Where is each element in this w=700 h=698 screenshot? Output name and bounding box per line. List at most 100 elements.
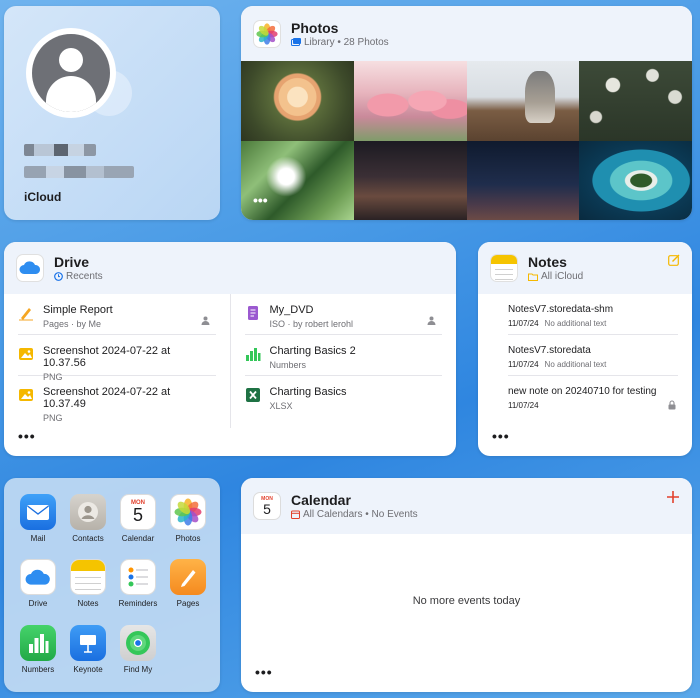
photos-title: Photos: [291, 19, 339, 36]
drive-header: Drive Recents: [4, 242, 456, 294]
notes-title: Notes: [528, 254, 567, 270]
app-contacts[interactable]: Contacts: [63, 494, 113, 543]
file-meta: ISO · by robert lerohl: [269, 319, 354, 329]
photo-tulips[interactable]: [353, 61, 467, 141]
image-file-icon: [19, 389, 33, 401]
photo-trees[interactable]: •••: [241, 141, 354, 220]
file-name: Screenshot 2024-07-22 at 10.37.56: [43, 345, 171, 369]
notes-header: Notes All iCloud: [478, 242, 692, 294]
app-pages[interactable]: Pages: [163, 559, 213, 608]
file-row[interactable]: Screenshot 2024-07-22 at 10.37.49 PNG: [18, 376, 216, 423]
reminders-icon: [120, 559, 156, 595]
clock-icon: [54, 272, 63, 281]
image-file-icon: [19, 348, 33, 360]
app-drive[interactable]: Drive: [13, 559, 63, 608]
photo-night-sky[interactable]: [466, 141, 580, 220]
shared-person-icon: [201, 316, 209, 325]
app-label: Notes: [77, 599, 99, 608]
drive-files-right: My_DVD ISO · by robert lerohl Charting B…: [231, 294, 443, 428]
add-event-icon[interactable]: [666, 490, 680, 504]
app-label: Pages: [176, 599, 200, 608]
app-reminders[interactable]: Reminders: [113, 559, 163, 608]
file-name: Charting Basics 2: [269, 345, 356, 357]
note-item[interactable]: NotesV7.storedata-shm 11/07/24 No additio…: [508, 294, 678, 335]
photo-cat[interactable]: [466, 61, 580, 141]
calendar-icon: MON 5: [253, 492, 281, 520]
note-date: 11/07/24: [508, 360, 539, 369]
profile-card[interactable]: iCloud: [4, 6, 220, 220]
library-icon: [291, 38, 301, 46]
app-notes[interactable]: Notes: [63, 559, 113, 608]
calendar-title: Calendar: [291, 492, 351, 508]
app-keynote[interactable]: Keynote: [63, 625, 113, 674]
photos-icon: [170, 494, 206, 530]
icloud-label: iCloud: [24, 190, 62, 204]
excel-file-icon: [245, 388, 260, 402]
shared-person-icon: [427, 316, 436, 325]
drive-subtitle: Recents: [66, 271, 103, 282]
photo-island[interactable]: [579, 141, 692, 220]
app-label: Drive: [28, 599, 48, 608]
mail-icon: [20, 494, 56, 530]
file-meta: Pages · by Me: [43, 319, 102, 329]
calendar-small-icon: [291, 510, 300, 519]
notes-card[interactable]: Notes All iCloud NotesV7.storedata-shm 1…: [478, 242, 692, 456]
file-row[interactable]: Charting Basics XLSX: [245, 376, 443, 417]
app-label: Keynote: [73, 665, 103, 674]
note-date: 11/07/24: [508, 401, 539, 410]
photo-night-mountain[interactable]: [353, 141, 467, 220]
note-preview: No additional text: [544, 360, 607, 369]
photo-rose[interactable]: [241, 61, 354, 141]
file-row[interactable]: Charting Basics 2 Numbers: [244, 335, 442, 376]
redacted-name: [24, 144, 96, 156]
app-find-my[interactable]: Find My: [113, 625, 163, 674]
note-title: NotesV7.storedata-shm: [508, 304, 614, 315]
app-numbers[interactable]: Numbers: [13, 625, 63, 674]
lock-icon: [668, 400, 676, 410]
app-label: Reminders: [118, 599, 158, 608]
calendar-more-button[interactable]: •••: [255, 664, 273, 680]
calendar-empty-message: No more events today: [412, 595, 521, 607]
calendar-icon: MON 5: [120, 494, 156, 530]
photos-card[interactable]: Photos Library • 28 Photos •••: [241, 6, 692, 220]
photos-more-button[interactable]: •••: [253, 192, 268, 208]
file-row[interactable]: My_DVD ISO · by robert lerohl: [244, 294, 442, 335]
folder-icon: [528, 273, 538, 281]
note-item[interactable]: new note on 20240710 for testing 11/07/2…: [508, 376, 678, 417]
photos-icon: [253, 19, 281, 48]
contacts-icon: [70, 494, 106, 530]
compose-note-icon[interactable]: [668, 254, 680, 266]
app-calendar[interactable]: MON 5 Calendar: [113, 494, 163, 543]
file-row[interactable]: Screenshot 2024-07-22 at 10.37.56 PNG: [18, 335, 216, 382]
notes-icon: [70, 559, 106, 595]
file-meta: Numbers: [269, 360, 307, 370]
calendar-card[interactable]: MON 5 Calendar All Calendars • No Events…: [241, 478, 692, 692]
app-photos[interactable]: Photos: [163, 494, 213, 543]
app-label: Numbers: [21, 665, 55, 674]
numbers-icon: [20, 625, 56, 661]
find-my-icon: [120, 625, 156, 661]
drive-icon: [20, 559, 56, 595]
drive-more-button[interactable]: •••: [18, 428, 36, 444]
calendar-subtitle: All Calendars • No Events: [303, 509, 418, 520]
numbers-file-icon: [245, 348, 260, 361]
photo-dandelions[interactable]: [579, 61, 692, 141]
file-name: Simple Report: [43, 304, 113, 316]
app-label: Calendar: [121, 534, 155, 543]
iso-file-icon: [247, 306, 258, 320]
drive-files-left: Simple Report Pages · by Me Screenshot 2…: [18, 294, 231, 428]
notes-subtitle: All iCloud: [541, 271, 584, 282]
notes-more-button[interactable]: •••: [492, 428, 510, 444]
calendar-header: MON 5 Calendar All Calendars • No Events: [241, 478, 692, 534]
note-preview: No additional text: [544, 319, 607, 328]
pages-file-icon: [19, 308, 33, 321]
note-title: new note on 20240710 for testing: [508, 386, 657, 397]
app-mail[interactable]: Mail: [13, 494, 63, 543]
drive-card[interactable]: Drive Recents Simple Report Pages · by M…: [4, 242, 456, 456]
notes-icon: [490, 254, 518, 282]
app-label: Contacts: [72, 534, 104, 543]
pages-icon: [170, 559, 206, 595]
file-name: Screenshot 2024-07-22 at 10.37.49: [43, 386, 171, 410]
file-row[interactable]: Simple Report Pages · by Me: [18, 294, 216, 335]
note-item[interactable]: NotesV7.storedata 11/07/24 No additional …: [508, 335, 678, 376]
